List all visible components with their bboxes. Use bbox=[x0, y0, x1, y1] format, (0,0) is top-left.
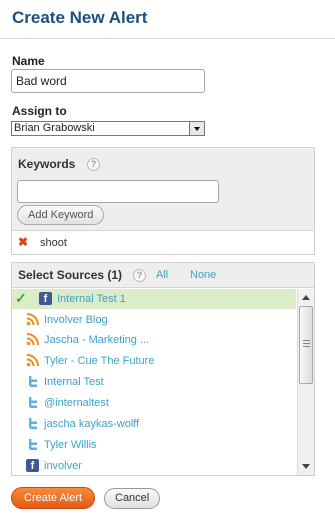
source-item-involver-blog[interactable]: Involver Blog bbox=[12, 310, 296, 330]
source-item-internal-test-1[interactable]: ✓ f Internal Test 1 bbox=[12, 289, 296, 309]
source-item-jascha-marketing[interactable]: Jascha - Marketing ... bbox=[12, 330, 296, 350]
source-label: Jascha - Marketing ... bbox=[44, 334, 150, 346]
keywords-title: Keywords bbox=[18, 157, 76, 171]
source-label: Internal Test bbox=[44, 376, 104, 388]
rss-icon bbox=[26, 333, 39, 346]
source-item-jascha-kaykas-wolff[interactable]: jascha kaykas-wolff bbox=[12, 414, 296, 434]
source-label: Internal Test 1 bbox=[57, 293, 126, 305]
keywords-help-icon[interactable]: ? bbox=[87, 158, 100, 171]
twitter-icon bbox=[29, 376, 37, 387]
source-label: involver bbox=[44, 460, 82, 472]
sources-header: Select Sources (1) ? All None bbox=[12, 263, 314, 288]
twitter-icon bbox=[29, 439, 37, 450]
dropdown-arrow-icon[interactable] bbox=[189, 122, 204, 135]
rss-icon bbox=[26, 354, 39, 367]
sources-panel: Select Sources (1) ? All None ✓ f Intern… bbox=[11, 262, 315, 476]
assign-to-select[interactable]: Brian Grabowski bbox=[11, 121, 205, 136]
keyword-text: shoot bbox=[40, 237, 67, 249]
add-keyword-button[interactable]: Add Keyword bbox=[17, 205, 105, 225]
name-label: Name bbox=[12, 54, 45, 68]
name-input[interactable] bbox=[11, 69, 205, 93]
sources-scrollbar[interactable] bbox=[297, 289, 314, 475]
page-title: Create New Alert bbox=[12, 8, 148, 27]
cancel-button[interactable]: Cancel bbox=[104, 488, 161, 509]
rss-icon bbox=[26, 313, 39, 326]
title-divider bbox=[0, 38, 335, 39]
scroll-up-arrow-icon[interactable] bbox=[298, 289, 314, 305]
source-item-tyler-cue-the-future[interactable]: Tyler - Cue The Future bbox=[12, 351, 296, 371]
twitter-icon bbox=[29, 397, 37, 408]
source-label: Involver Blog bbox=[44, 314, 108, 326]
twitter-icon bbox=[29, 418, 37, 429]
assign-to-value: Brian Grabowski bbox=[14, 122, 95, 134]
source-item-internaltest-handle[interactable]: @internaltest bbox=[12, 393, 296, 413]
sources-help-icon[interactable]: ? bbox=[133, 269, 146, 282]
keyword-input[interactable] bbox=[17, 180, 219, 203]
facebook-icon: f bbox=[26, 459, 39, 472]
select-none-link[interactable]: None bbox=[190, 269, 216, 281]
source-label: Tyler Willis bbox=[44, 439, 97, 451]
grip-icon bbox=[303, 340, 310, 341]
select-all-link[interactable]: All bbox=[156, 269, 168, 281]
source-label: jascha kaykas-wolff bbox=[44, 418, 140, 430]
source-item-involver[interactable]: f involver bbox=[12, 456, 296, 475]
create-alert-button[interactable]: Create Alert bbox=[11, 487, 96, 509]
sources-list: ✓ f Internal Test 1 Involver Blog Jascha… bbox=[12, 289, 314, 475]
facebook-icon: f bbox=[39, 292, 52, 305]
sources-title: Select Sources (1) bbox=[18, 268, 123, 282]
source-label: Tyler - Cue The Future bbox=[44, 355, 155, 367]
keyword-item: ✖ shoot bbox=[12, 232, 314, 254]
remove-keyword-icon[interactable]: ✖ bbox=[18, 235, 28, 249]
source-item-internal-test[interactable]: Internal Test bbox=[12, 372, 296, 392]
scroll-down-arrow-icon[interactable] bbox=[298, 459, 314, 475]
scrollbar-thumb[interactable] bbox=[299, 306, 313, 384]
source-label: @internaltest bbox=[44, 397, 109, 409]
keywords-panel: Keywords ? Add Keyword ✖ shoot bbox=[11, 147, 315, 255]
checkmark-icon: ✓ bbox=[15, 290, 27, 306]
keywords-header: Keywords ? Add Keyword bbox=[12, 148, 314, 231]
assign-to-label: Assign to bbox=[12, 104, 67, 118]
source-item-tyler-willis[interactable]: Tyler Willis bbox=[12, 435, 296, 455]
